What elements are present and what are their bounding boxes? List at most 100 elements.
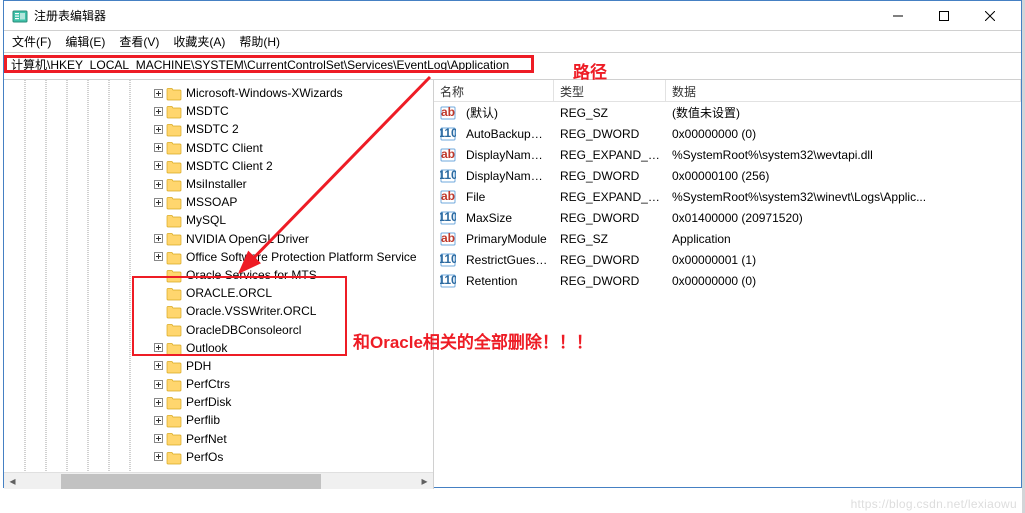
value-icon: 110 (440, 252, 456, 268)
regedit-window: 注册表编辑器 文件(F) 编辑(E) 查看(V) 收藏夹(A) 帮助(H) 计算… (3, 0, 1022, 488)
tree-lines (4, 80, 164, 489)
folder-icon (166, 213, 182, 227)
menu-view[interactable]: 查看(V) (119, 33, 159, 50)
value-type: REG_EXPAND_SZ (554, 148, 666, 162)
value-icon: ab (440, 189, 456, 205)
folder-icon (166, 141, 182, 155)
folder-icon (166, 323, 182, 337)
tree-label: PDH (186, 359, 211, 373)
value-type: REG_SZ (554, 232, 666, 246)
value-data: 0x00000000 (0) (666, 274, 1021, 288)
folder-icon (166, 432, 182, 446)
minimize-button[interactable] (875, 1, 921, 31)
value-data: %SystemRoot%\system32\winevt\Logs\Applic… (666, 190, 1021, 204)
folder-icon (166, 104, 182, 118)
value-icon: ab (440, 231, 456, 247)
folder-icon (166, 450, 182, 464)
tree-label: MSDTC (186, 104, 229, 118)
col-data[interactable]: 数据 (666, 80, 1021, 101)
svg-text:ab: ab (441, 105, 455, 119)
value-row[interactable]: 110 AutoBackupLo...REG_DWORD0x00000000 (0… (434, 123, 1021, 144)
tree-label: Oracle.VSSWriter.ORCL (186, 304, 316, 318)
close-button[interactable] (967, 1, 1013, 31)
value-data: 0x00000100 (256) (666, 169, 1021, 183)
tree-hscroll[interactable]: ◂ ▸ (4, 472, 433, 489)
value-row[interactable]: ab(默认)REG_SZ(数值未设置) (434, 102, 1021, 123)
value-name: RestrictGuestA... (460, 253, 554, 267)
tree-label: NVIDIA OpenGL Driver (186, 232, 309, 246)
tree-label: PerfDisk (186, 395, 231, 409)
folder-icon (166, 159, 182, 173)
tree-label: Oracle Services for MTS (186, 268, 317, 282)
tree-label: PerfOs (186, 450, 223, 464)
value-icon: 110 (440, 273, 456, 289)
tree-label: MySQL (186, 213, 226, 227)
menu-file[interactable]: 文件(F) (12, 33, 51, 50)
tree-label: MSSOAP (186, 195, 237, 209)
value-row[interactable]: ab FileREG_EXPAND_SZ%SystemRoot%\system32… (434, 186, 1021, 207)
value-type: REG_DWORD (554, 211, 666, 225)
svg-text:ab: ab (441, 189, 455, 203)
value-row[interactable]: 110RetentionREG_DWORD0x00000000 (0) (434, 270, 1021, 291)
value-row[interactable]: abPrimaryModuleREG_SZApplication (434, 228, 1021, 249)
value-type: REG_EXPAND_SZ (554, 190, 666, 204)
col-type[interactable]: 类型 (554, 80, 666, 101)
value-type: REG_DWORD (554, 274, 666, 288)
tree-label: MSDTC Client (186, 141, 263, 155)
scroll-thumb[interactable] (61, 474, 321, 489)
value-icon: ab (440, 147, 456, 163)
titlebar: 注册表编辑器 (4, 1, 1021, 31)
scroll-right-icon[interactable]: ▸ (416, 473, 433, 490)
value-data: 0x01400000 (20971520) (666, 211, 1021, 225)
value-data: 0x00000001 (1) (666, 253, 1021, 267)
maximize-button[interactable] (921, 1, 967, 31)
value-type: REG_DWORD (554, 127, 666, 141)
folder-icon (166, 286, 182, 300)
value-icon: 110 (440, 126, 456, 142)
tree-label: ORACLE.ORCL (186, 286, 272, 300)
folder-icon (166, 304, 182, 318)
col-name[interactable]: 名称 (434, 80, 554, 101)
tree-label: OracleDBConsoleorcl (186, 323, 301, 337)
value-name: MaxSize (460, 211, 554, 225)
menu-help[interactable]: 帮助(H) (239, 33, 280, 50)
value-name: File (460, 190, 554, 204)
folder-icon (166, 268, 182, 282)
folder-icon (166, 232, 182, 246)
value-data: %SystemRoot%\system32\wevtapi.dll (666, 148, 1021, 162)
column-headers: 名称 类型 数据 (434, 80, 1021, 102)
scroll-left-icon[interactable]: ◂ (4, 473, 21, 490)
folder-icon (166, 122, 182, 136)
tree-pane: Microsoft-Windows-XWizards MSDTC MSDTC 2 MS… (4, 80, 434, 489)
window-buttons (875, 1, 1013, 31)
tree-label: PerfCtrs (186, 377, 230, 391)
watermark: https://blog.csdn.net/lexiaowu (851, 497, 1017, 511)
folder-icon (166, 250, 182, 264)
values-pane: 名称 类型 数据 ab(默认)REG_SZ(数值未设置) 110 AutoBacku… (434, 80, 1021, 489)
split-panes: Microsoft-Windows-XWizards MSDTC MSDTC 2 MS… (4, 79, 1021, 489)
menu-favorites[interactable]: 收藏夹(A) (173, 33, 225, 50)
value-name: DisplayNameID (460, 169, 554, 183)
folder-icon (166, 177, 182, 191)
value-data: (数值未设置) (666, 104, 1021, 121)
value-data: 0x00000000 (0) (666, 127, 1021, 141)
value-name: AutoBackupLo... (460, 127, 554, 141)
value-row[interactable]: ab DisplayNameFileREG_EXPAND_SZ%SystemRoo… (434, 144, 1021, 165)
folder-icon (166, 86, 182, 100)
value-row[interactable]: 110 MaxSizeREG_DWORD0x01400000 (20971520) (434, 207, 1021, 228)
folder-icon (166, 195, 182, 209)
tree-label: MSDTC 2 (186, 122, 239, 136)
values-list[interactable]: ab(默认)REG_SZ(数值未设置)110AutoBackupLo...REG… (434, 102, 1021, 291)
menu-edit[interactable]: 编辑(E) (65, 33, 105, 50)
window-title: 注册表编辑器 (34, 7, 875, 24)
value-name: PrimaryModule (460, 232, 554, 246)
address-bar[interactable]: 计算机\HKEY_LOCAL_MACHINE\SYSTEM\CurrentCon… (4, 55, 534, 73)
value-name: DisplayNameFile (460, 148, 554, 162)
value-row[interactable]: 110 RestrictGuestA...REG_DWORD0x00000001 … (434, 249, 1021, 270)
folder-icon (166, 341, 182, 355)
svg-text:110: 110 (440, 168, 456, 182)
tree-label: Microsoft-Windows-XWizards (186, 86, 343, 100)
svg-text:110: 110 (440, 210, 456, 224)
value-row[interactable]: 110DisplayNameIDREG_DWORD0x00000100 (256… (434, 165, 1021, 186)
value-type: REG_DWORD (554, 253, 666, 267)
